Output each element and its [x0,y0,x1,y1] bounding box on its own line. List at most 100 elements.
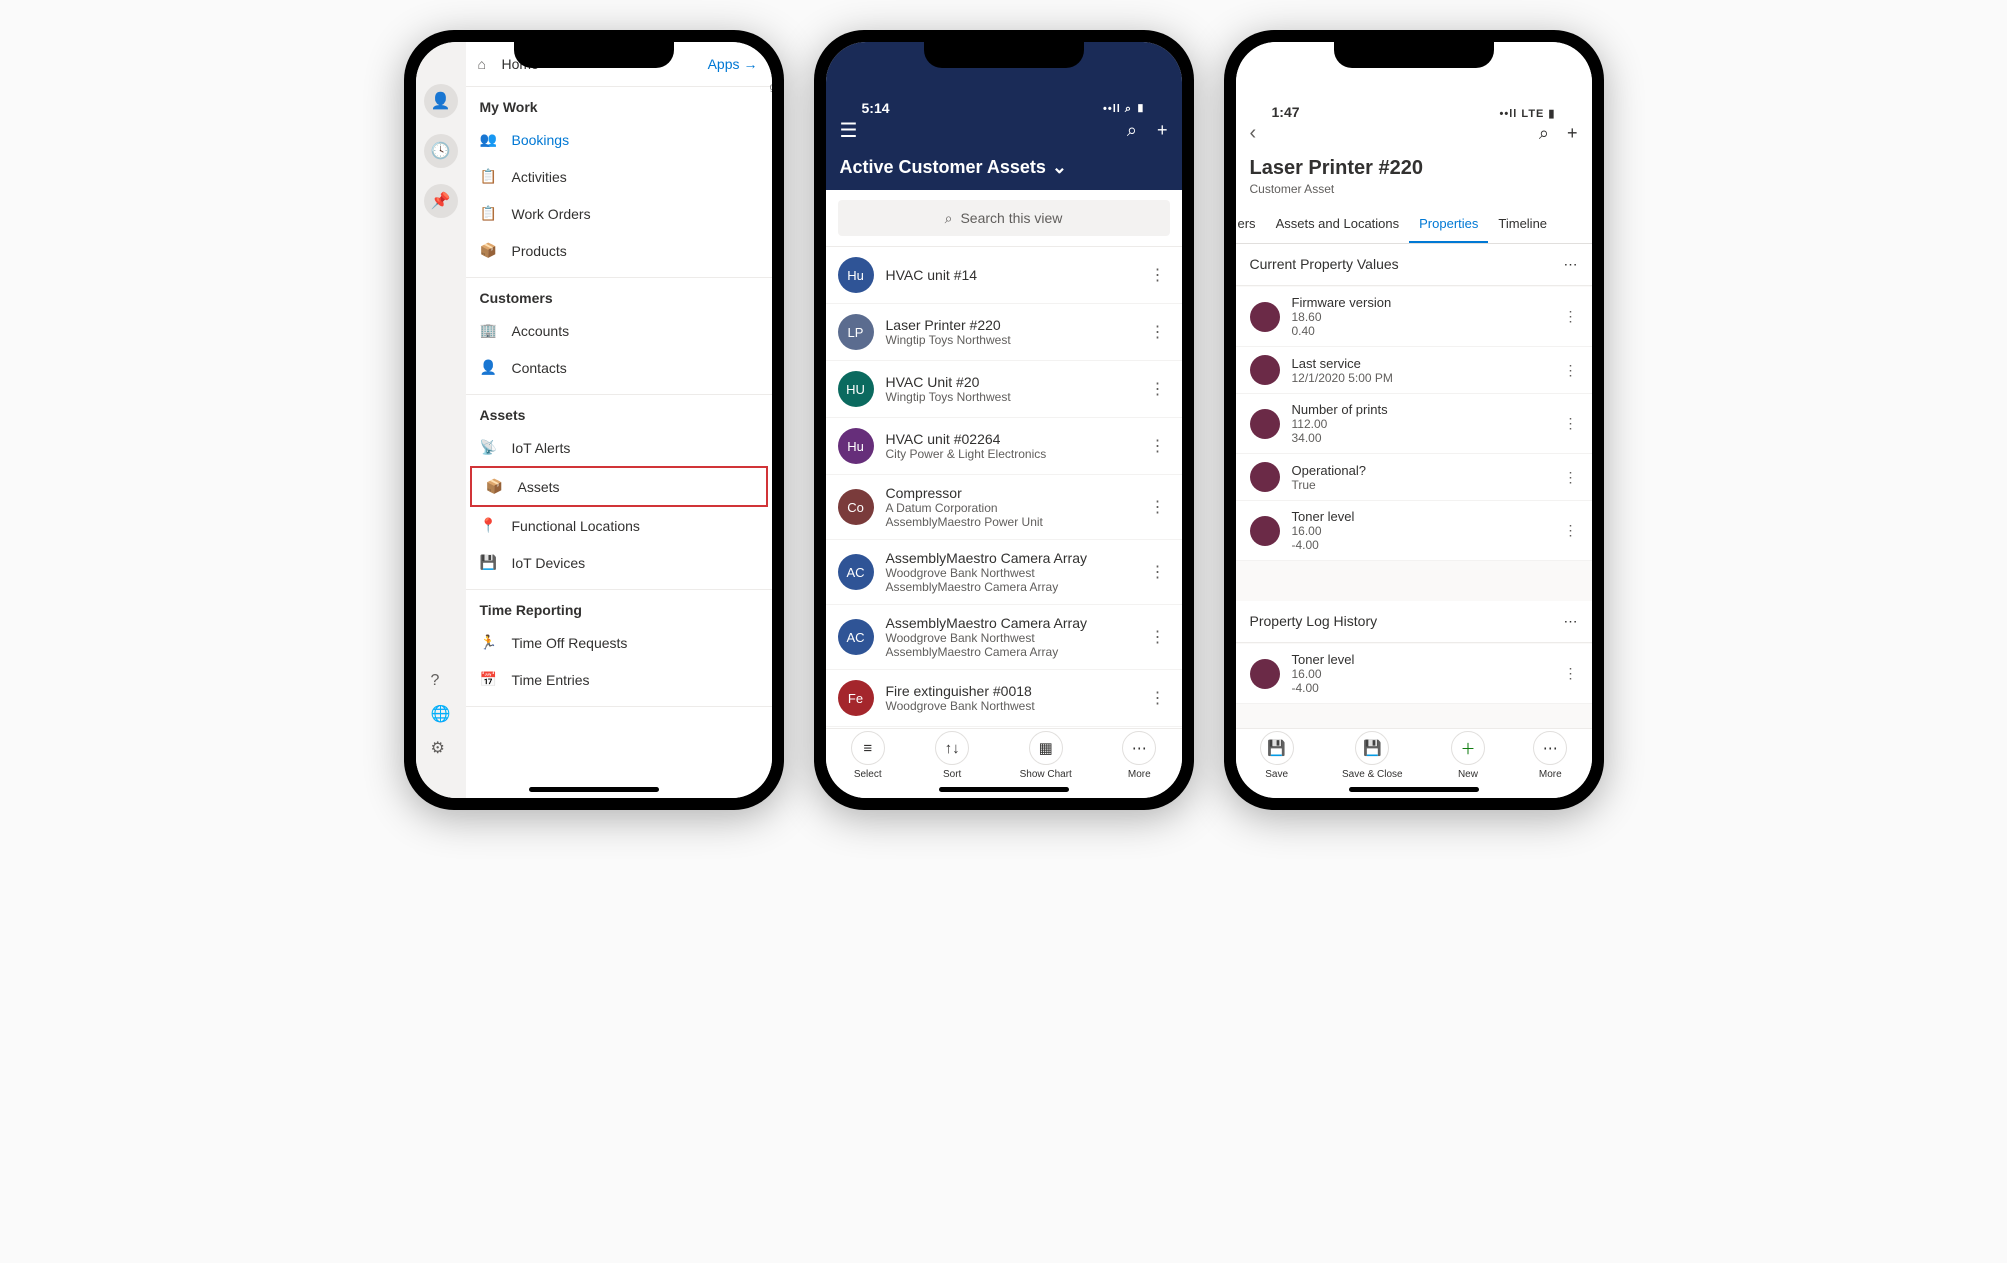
globe-icon[interactable]: 🌐 [431,704,451,724]
search-icon[interactable]: ⌕ [1127,120,1137,141]
more-icon[interactable]: ⋮ [1146,265,1170,285]
nav-item-label: Functional Locations [512,518,640,534]
back-icon[interactable]: ‹ [1250,122,1257,145]
recent-icon[interactable]: 🕓 [424,134,458,168]
more-icon[interactable]: ⋮ [1146,436,1170,456]
list-item[interactable]: LPLaser Printer #220Wingtip Toys Northwe… [826,304,1182,361]
nav-item-label: Activities [512,169,567,185]
nav-item-iot-devices[interactable]: 💾 IoT Devices [466,544,772,581]
nav-item-assets[interactable]: 📦Assets [470,466,768,507]
property-dot [1250,355,1280,385]
chevron-down-icon: ⌄ [1052,157,1067,178]
asset-list: HuHVAC unit #14⋮LPLaser Printer #220Wing… [826,247,1182,728]
property-row[interactable]: Number of prints112.0034.00⋮ [1236,394,1592,454]
pin-icon[interactable]: 📌 [424,184,458,218]
record-title: Laser Printer #220 [1250,157,1578,180]
section-current: Current Property Values⋯ [1236,244,1592,286]
avatar: AC [838,554,874,590]
settings-icon[interactable]: ⚙ [431,738,451,758]
nav-item-activities[interactable]: 📋Activities [466,158,772,195]
home-indicator [1349,787,1479,792]
profile-icon[interactable]: 👤 [424,84,458,118]
nav-item-label: Work Orders [512,206,591,222]
add-icon[interactable]: + [1567,123,1578,144]
nav-item-bookings[interactable]: 👥Bookings [466,121,772,158]
more-icon[interactable]: ⋮ [1564,415,1578,432]
footer-select[interactable]: ≡Select [851,731,885,780]
nav-item-contacts[interactable]: 👤Contacts [466,349,772,386]
tab-properties[interactable]: Properties [1409,206,1488,243]
nav-item-label: Assets [518,479,560,495]
more-icon[interactable]: ⋯ [1564,613,1578,630]
property-dot [1250,659,1280,689]
list-header: 5:14 ••ll ⌕ ▮ ☰ ⌕ + Active Customer Asse… [826,42,1182,190]
help-icon[interactable]: ? [431,672,451,690]
list-item[interactable]: ACAssemblyMaestro Camera ArrayWoodgrove … [826,605,1182,670]
list-item[interactable]: HuHVAC unit #02264City Power & Light Ele… [826,418,1182,475]
nav-item-label: IoT Alerts [512,440,571,456]
more-icon[interactable]: ⋮ [1146,627,1170,647]
more-icon[interactable]: ⋮ [1146,322,1170,342]
list-item[interactable]: CoCompressorA Datum CorporationAssemblyM… [826,475,1182,540]
more-icon[interactable]: ⋮ [1564,308,1578,325]
record-subtitle: Customer Asset [1250,182,1578,196]
phone-nav: 👤 🕓 📌 ? 🌐 ⚙ ⌂ Home Apps → [404,30,784,810]
nav-item-accounts[interactable]: 🏢Accounts [466,312,772,349]
list-item[interactable]: FeFire extinguisher #0018Woodgrove Bank … [826,670,1182,727]
footer-more[interactable]: ⋯More [1122,731,1156,780]
more-icon[interactable]: ⋮ [1564,469,1578,486]
more-icon[interactable]: ⋮ [1146,379,1170,399]
apps-link[interactable]: Apps → [708,56,758,72]
nav-item-products[interactable]: 📦Products [466,232,772,269]
avatar: Hu [838,428,874,464]
property-row[interactable]: Toner level16.00-4.00⋮ [1236,644,1592,704]
more-icon[interactable]: ⋯ [1564,256,1578,273]
nav-item-label: Bookings [512,132,570,148]
property-row[interactable]: Toner level16.00-4.00⋮ [1236,501,1592,561]
view-title[interactable]: Active Customer Assets ⌄ [840,157,1168,178]
nav-home[interactable]: ⌂ Home Apps → [466,42,772,87]
more-icon[interactable]: ⋮ [1146,497,1170,517]
status-bar: 5:14 ••ll ⌕ ▮ [840,82,1168,118]
property-dot [1250,302,1280,332]
footer-more[interactable]: ⋯More [1533,731,1567,780]
search-input[interactable]: ⌕ Search this view [838,200,1170,236]
nav-item-time-off-requests[interactable]: 🏃Time Off Requests [466,624,772,661]
nav-item-icon: 🏃 [480,634,500,651]
property-row[interactable]: Last service12/1/2020 5:00 PM⋮ [1236,347,1592,394]
more-icon[interactable]: ⋮ [1564,522,1578,539]
more-icon[interactable]: ⋮ [1146,688,1170,708]
tab-ers[interactable]: ers [1236,206,1266,243]
nav-item-time-entries[interactable]: 📅Time Entries [466,661,772,698]
more-icon[interactable]: ⋮ [1564,665,1578,682]
footer-sort[interactable]: ↑↓Sort [935,731,969,780]
tab-assets-and-locations[interactable]: Assets and Locations [1266,206,1410,243]
nav-item-icon: 💾 [480,554,500,571]
list-item[interactable]: HUHVAC Unit #20Wingtip Toys Northwest⋮ [826,361,1182,418]
property-row[interactable]: Operational?True⋮ [1236,454,1592,501]
search-icon[interactable]: ⌕ [1539,123,1549,144]
nav-item-iot-alerts[interactable]: 📡IoT Alerts [466,429,772,466]
property-row[interactable]: Firmware version18.600.40⋮ [1236,287,1592,347]
list-item[interactable]: ACAssemblyMaestro Camera ArrayWoodgrove … [826,540,1182,605]
hamburger-icon[interactable]: ☰ [840,118,858,143]
nav-item-work-orders[interactable]: 📋Work Orders [466,195,772,232]
nav-item-label: IoT Devices [512,555,586,571]
more-icon[interactable]: ⋮ [1564,362,1578,379]
home-indicator [939,787,1069,792]
footer-save-&-close[interactable]: 💾Save & Close [1342,731,1403,780]
status-icons: ••ll LTE ▮ [1500,107,1556,120]
tab-timeline[interactable]: Timeline [1488,206,1557,243]
more-icon[interactable]: ⋮ [1146,562,1170,582]
nav-drawer: ⌂ Home Apps → My Work👥Bookings📋Activitie… [466,42,772,798]
section-history: Property Log History⋯ [1236,601,1592,643]
phone-list: 5:14 ••ll ⌕ ▮ ☰ ⌕ + Active Customer Asse… [814,30,1194,810]
add-icon[interactable]: + [1157,120,1168,141]
avatar: Hu [838,257,874,293]
footer-save[interactable]: 💾Save [1260,731,1294,780]
list-item[interactable]: HuHVAC unit #14⋮ [826,247,1182,304]
nav-item-icon: 🏢 [480,322,500,339]
footer-new[interactable]: ＋New [1451,731,1485,780]
nav-item-functional-locations[interactable]: 📍Functional Locations [466,507,772,544]
footer-show-chart[interactable]: ▦Show Chart [1020,731,1072,780]
